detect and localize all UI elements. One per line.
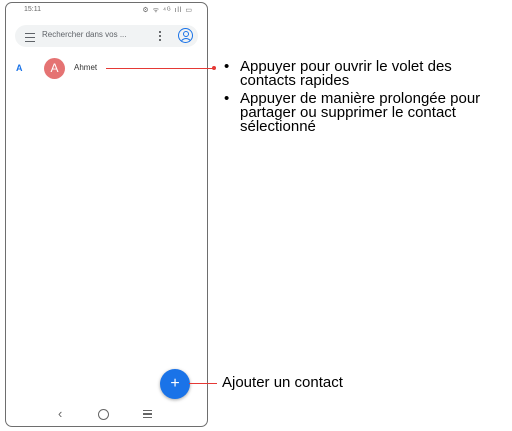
navigation-bar: ‹	[6, 402, 207, 426]
section-letter: A	[16, 63, 23, 73]
menu-icon[interactable]	[25, 30, 35, 42]
add-contact-callout: Ajouter un contact	[222, 374, 343, 391]
callout-line-contact	[106, 68, 214, 69]
search-bar[interactable]: Rechercher dans vos ...	[15, 25, 198, 47]
recent-apps-icon[interactable]	[143, 410, 152, 420]
avatar: A	[44, 58, 65, 79]
status-time: 15:11	[24, 6, 41, 13]
contact-name: Ahmet	[74, 63, 98, 72]
more-options-icon[interactable]	[159, 31, 162, 42]
contact-item[interactable]: A Ahmet	[44, 58, 204, 80]
status-bar: 15:11 ⚙ ᯤ ⁴ᴳ ıll ▭	[6, 3, 207, 17]
callout-dot-contact	[212, 66, 216, 70]
add-contact-button[interactable]: +	[160, 369, 190, 399]
callout-line-add	[189, 383, 217, 384]
status-icons: ⚙ ᯤ ⁴ᴳ ıll ▭	[142, 7, 193, 14]
contact-callout-long-press: Appuyer de manière prolongée pour partag…	[224, 91, 510, 134]
contact-callout-list: Appuyer pour ouvrir le volet des contact…	[224, 59, 510, 134]
account-icon[interactable]	[178, 28, 193, 43]
search-input[interactable]: Rechercher dans vos ...	[42, 30, 126, 39]
back-icon[interactable]: ‹	[58, 406, 62, 421]
phone-screen: 15:11 ⚙ ᯤ ⁴ᴳ ıll ▭ Rechercher dans vos .…	[5, 2, 208, 427]
contact-callout-tap: Appuyer pour ouvrir le volet des contact…	[224, 59, 510, 88]
home-icon[interactable]	[98, 409, 109, 420]
